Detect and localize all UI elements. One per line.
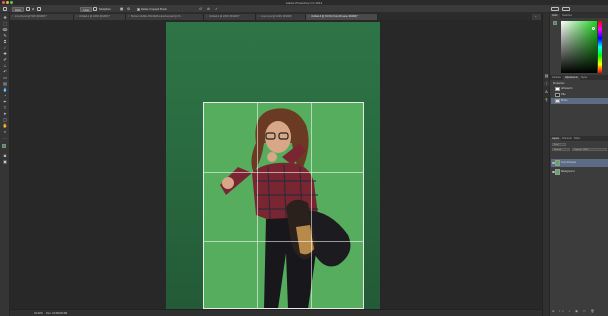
overlay-grid-icon[interactable]: ▦ — [120, 7, 123, 12]
document-tab-bar: × Icon-01.psd @ 50% (RGB/8) * × Untitled-1… — [10, 13, 542, 20]
clear-button[interactable]: Clear — [80, 6, 93, 12]
options-bar: Ratio ⇄ Clear Straighten ▦ ⚙ Delete Crop… — [0, 5, 608, 13]
tab-styles[interactable]: Styles — [579, 76, 589, 81]
close-tab-icon[interactable]: × — [128, 14, 130, 20]
status-bar: 33.33% Doc: 24.5M/36.6M — [10, 309, 542, 316]
delete-cropped-label: Delete Cropped Pixels — [141, 7, 167, 11]
ratio-dropdown[interactable]: Ratio — [12, 6, 25, 12]
settings-gear-icon[interactable]: ⚙ — [127, 7, 130, 12]
tab-label: crop-2.psd @ 100% (RGB/8) — [261, 14, 292, 18]
close-tab-icon[interactable]: × — [308, 14, 310, 20]
item-thumbnail — [555, 99, 560, 103]
panel-dock-strip: ▤ ⓘ A ¶ — [542, 13, 549, 316]
layer-name: Background — [561, 170, 575, 173]
hue-slider[interactable] — [598, 21, 602, 73]
tab-label: Untitled-1 @ 100% (RGB/8) * — [79, 14, 111, 18]
tab-label: Untitled-3 @ 33.3% (Crop Preview, RGB/8)… — [311, 14, 359, 18]
close-tab-icon[interactable]: × — [258, 14, 260, 20]
tab-paths[interactable]: Paths — [572, 137, 582, 142]
layer-actions-bar[interactable]: ⊕ fx ◐ ▣ ▭ 🗑 — [552, 309, 596, 313]
opacity-field[interactable]: Opacity: 100% — [572, 148, 607, 151]
crop-box[interactable] — [203, 102, 364, 309]
close-tab-icon[interactable]: × — [76, 14, 78, 20]
tab-label: Icon-01.psd @ 50% (RGB/8) * — [15, 14, 48, 18]
document-tab[interactable]: × Shutter-10-Mar-CW-0028-retouched.psd @ … — [126, 13, 204, 20]
window-title: Adobe Photoshop CC 2014 — [285, 0, 323, 5]
close-tab-icon[interactable]: × — [12, 14, 14, 20]
color-picker-cursor[interactable] — [592, 27, 595, 30]
tools-panel: ✥ ⬚ ↂ ✎ ⌗ ⁄ ✚ ✐ ⊥ ↶ ▭ ▤ 💧 ◔ ✒ T ➤ ▢ ✋ ⌕ … — [0, 13, 10, 316]
delete-cropped-checkbox[interactable] — [137, 7, 140, 11]
foreground-color-swatch[interactable] — [2, 144, 6, 148]
tab-label: Untitled-2 @ 200% (RGB/8) * — [209, 14, 241, 18]
document-tab-active[interactable]: × Untitled-3 @ 33.3% (Crop Preview, RGB/8… — [306, 13, 378, 20]
document-tab[interactable]: × Untitled-2 @ 200% (RGB/8) * — [204, 13, 256, 20]
item-label: Artboard 1 — [561, 87, 573, 90]
height-field[interactable] — [37, 7, 41, 11]
crop-grid-line — [204, 241, 363, 242]
straighten-label[interactable]: Straighten — [99, 7, 111, 12]
crop-grid-line — [257, 103, 258, 308]
layer-name: Crop Preview — [561, 161, 577, 164]
blend-mode-dropdown[interactable]: Normal — [552, 148, 570, 151]
cancel-crop-icon[interactable]: ⊘ — [207, 7, 210, 12]
layer-filter-dropdown[interactable]: Kind — [552, 143, 566, 146]
adjustment-panel-tabs: Libraries Adjustments Styles — [550, 75, 608, 80]
commit-crop-icon[interactable]: ✓ — [215, 7, 218, 12]
tab-overflow-icon[interactable]: » — [532, 13, 542, 20]
color-panel-tabs: Color Swatches — [550, 13, 608, 18]
width-field[interactable] — [26, 7, 30, 11]
tab-color[interactable]: Color — [550, 13, 560, 18]
item-label: Title — [561, 93, 566, 96]
search-icon[interactable] — [562, 7, 570, 11]
layer-thumbnail — [555, 160, 560, 166]
document-tab[interactable]: × crop-2.psd @ 100% (RGB/8) — [256, 13, 306, 20]
crop-tool-icon[interactable] — [3, 7, 7, 11]
item-thumbnail — [555, 93, 560, 97]
document-info[interactable]: Doc: 24.5M/36.6M — [46, 312, 67, 315]
color-picker-field[interactable] — [561, 21, 597, 73]
more-tools-icon[interactable]: … — [2, 135, 8, 141]
tab-adjustments[interactable]: Adjustments — [563, 75, 580, 80]
item-thumbnail — [555, 87, 560, 91]
screen-mode-icon[interactable]: ▣ — [2, 159, 8, 165]
swap-icon[interactable]: ⇄ — [32, 7, 34, 12]
document-tab[interactable]: × Icon-01.psd @ 50% (RGB/8) * — [10, 13, 74, 20]
close-tab-icon[interactable]: × — [206, 14, 208, 20]
panel-foreground-swatch[interactable] — [553, 21, 557, 25]
tab-libraries[interactable]: Libraries — [550, 76, 563, 81]
workspace-switcher[interactable] — [551, 7, 559, 11]
layer-row-selected[interactable]: Crop Preview — [551, 159, 608, 167]
tab-swatches[interactable]: Swatches — [560, 14, 574, 19]
layers-panel-tabs: Layers Channels Paths — [550, 136, 608, 141]
reset-icon[interactable]: ↺ — [199, 7, 202, 12]
crop-grid-line — [311, 103, 312, 308]
properties-item-selected[interactable]: Photo — [551, 98, 608, 104]
subject-photo — [220, 108, 351, 308]
item-label: Photo — [561, 99, 568, 102]
document-tab[interactable]: × Untitled-1 @ 100% (RGB/8) * — [74, 13, 126, 20]
straighten-icon[interactable] — [93, 7, 97, 11]
layer-thumbnail — [555, 169, 560, 175]
layer-row[interactable]: Background — [551, 168, 608, 176]
crop-grid-line — [204, 172, 363, 173]
zoom-level[interactable]: 33.33% — [34, 312, 43, 315]
tab-label: Shutter-10-Mar-CW-0028-retouched.psd @ 3… — [131, 14, 183, 18]
